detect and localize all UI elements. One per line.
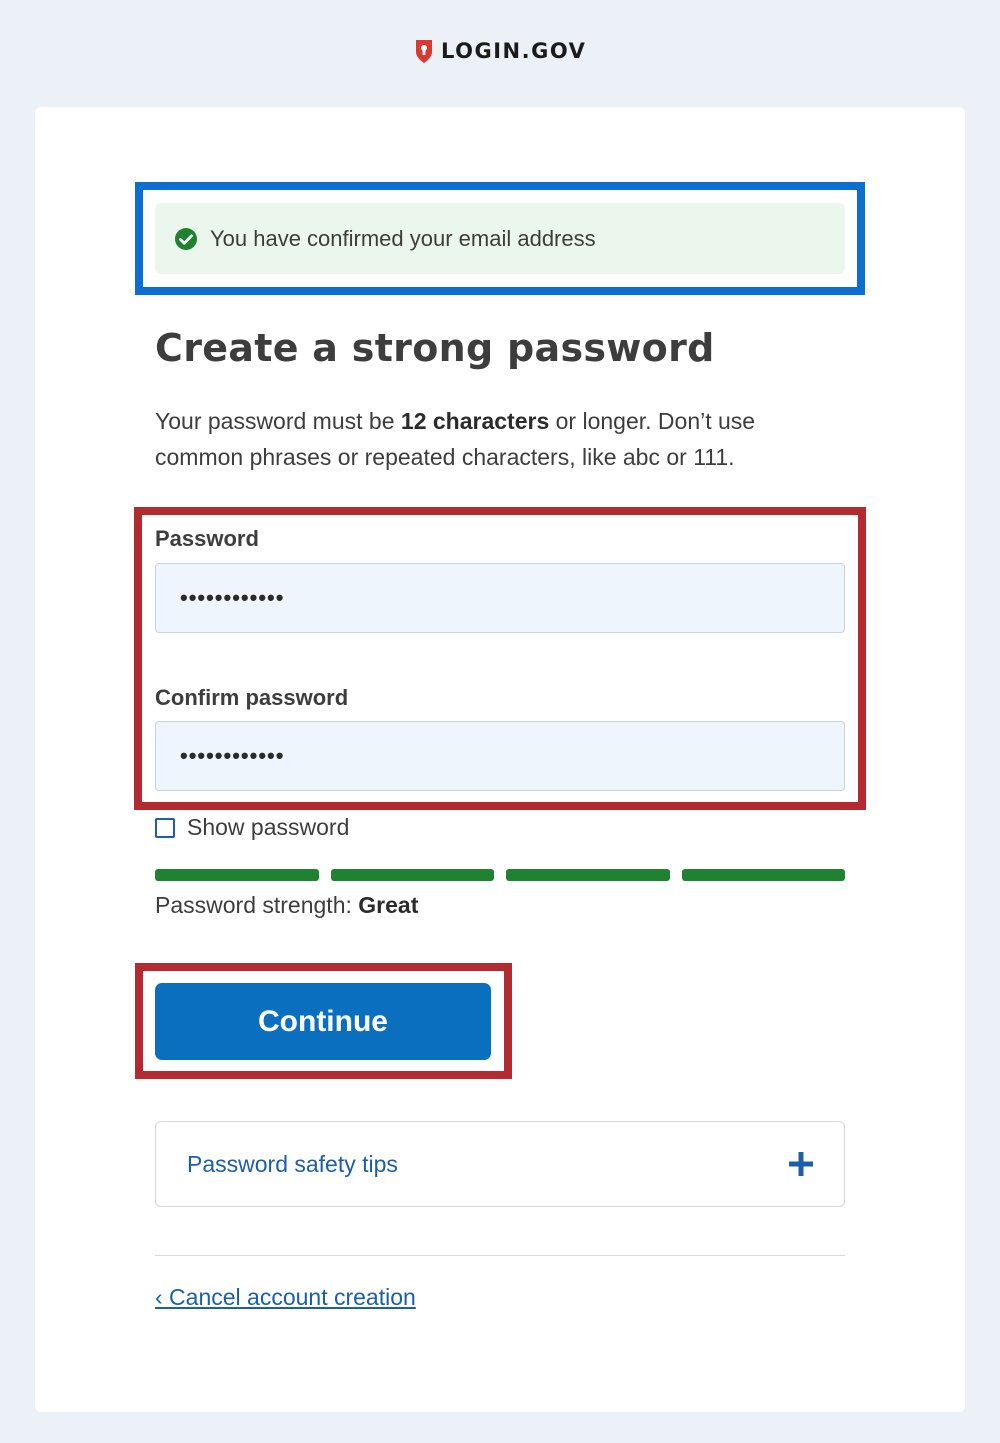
show-password-checkbox[interactable]: [155, 817, 175, 838]
password-label: Password: [155, 526, 259, 551]
strength-bar-segment: [681, 869, 845, 881]
password-strength-meter: [155, 869, 845, 881]
password-safety-tips-accordion[interactable]: Password safety tips: [155, 1121, 845, 1207]
password-strength-text: Password strength: Great: [155, 892, 419, 918]
logo-text: LOGIN.GOV: [441, 39, 587, 63]
shield-lock-icon: [416, 40, 432, 63]
show-password-toggle[interactable]: Show password: [155, 814, 349, 841]
show-password-label[interactable]: Show password: [187, 814, 349, 841]
strength-bar-segment: [506, 869, 670, 881]
strength-value: Great: [358, 892, 419, 918]
divider: [155, 1255, 845, 1256]
check-circle-icon: [175, 227, 197, 250]
strength-bar-segment: [155, 869, 319, 881]
continue-button[interactable]: Continue: [155, 983, 491, 1060]
password-input[interactable]: ••••••••••••: [155, 563, 845, 633]
strength-bar-segment: [330, 869, 494, 881]
accordion-label[interactable]: Password safety tips: [187, 1151, 398, 1178]
alert-message: You have confirmed your email address: [210, 225, 596, 251]
cancel-account-creation-link[interactable]: ‹ Cancel account creation: [155, 1284, 416, 1311]
success-alert: You have confirmed your email address: [155, 203, 845, 274]
page-title: Create a strong password: [155, 326, 715, 370]
confirm-password-label: Confirm password: [155, 685, 349, 710]
plus-icon[interactable]: [788, 1151, 814, 1177]
password-requirements-text: Your password must be 12 characters or l…: [155, 408, 756, 470]
confirm-password-input[interactable]: ••••••••••••: [155, 721, 845, 791]
login-gov-logo[interactable]: LOGIN.GOV: [414, 38, 586, 64]
